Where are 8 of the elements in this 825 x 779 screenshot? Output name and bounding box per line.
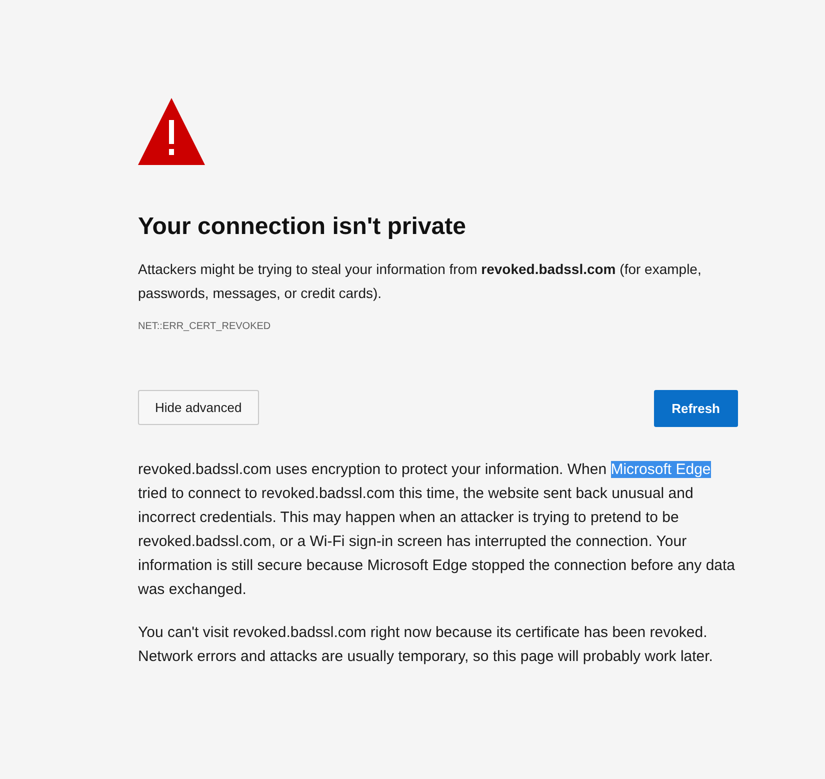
details-paragraph: You can't visit revoked.badssl.com right now because its certificate has been revoked. Network errors and attacks are usually temporary, so this page will probably work later.	[138, 623, 714, 667]
refresh-button[interactable]: Refresh	[654, 390, 738, 427]
details-paragraph: revoked.badssl.com uses encryption to protect your information. When Microsoft Edge tried to connect to revoked.badssl.com this time, the website sent back unusual and incorrect credentials. This may happen when an attacker is trying to pretend to be revoked.badssl.com, or a Wi-Fi sign-in screen has interrupted the connection. Your information is still secure because Microsoft Edge stopped the connection before any data was exchanged.	[138, 460, 736, 600]
page-heading: Your connection isn't private	[138, 212, 467, 242]
warning-icon	[138, 98, 205, 165]
summary-text: Attackers might be trying to steal your information from revoked.badssl.com (for example, passwords, messages, or credit cards).	[138, 260, 702, 303]
hide-advanced-button[interactable]: Hide advanced	[138, 390, 259, 425]
error-code: NET::ERR_CERT_REVOKED	[138, 320, 271, 334]
